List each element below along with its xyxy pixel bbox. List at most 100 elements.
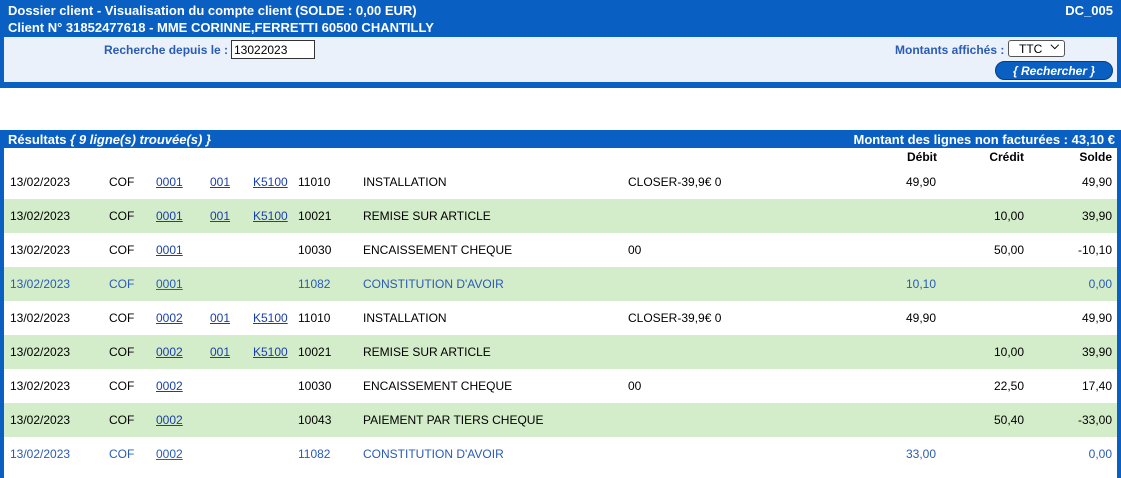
row-type: COF bbox=[109, 175, 135, 189]
row-label: ENCAISSEMENT CHEQUE bbox=[363, 243, 513, 257]
table-row: 13/02/2023 COF 0002 001 K5100 11010 INSTALLATI… bbox=[4, 301, 1117, 335]
account-header: Dossier client - Visualisation du compte… bbox=[0, 0, 1121, 88]
row-debit: 49,90 bbox=[905, 311, 936, 325]
row-solde: 17,40 bbox=[1081, 379, 1112, 393]
row-code-link[interactable]: K5100 bbox=[253, 345, 288, 359]
row-credit: 10,00 bbox=[993, 345, 1024, 359]
row-ref-link[interactable]: 0002 bbox=[156, 311, 183, 325]
row-solde: 0,00 bbox=[1088, 277, 1112, 291]
row-type: COF bbox=[109, 209, 135, 223]
row-date: 13/02/2023 bbox=[10, 345, 71, 359]
table-row: 13/02/2023 COF 0002 10030 ENCAISSEMENT CHEQU… bbox=[4, 369, 1117, 403]
row-number: 10021 bbox=[298, 209, 332, 223]
row-ref-link[interactable]: 0001 bbox=[156, 277, 183, 291]
row-type: COF bbox=[109, 311, 135, 325]
row-type: COF bbox=[109, 447, 135, 461]
row-label: REMISE SUR ARTICLE bbox=[363, 209, 491, 223]
chevron-down-icon: ⌵ bbox=[1050, 40, 1059, 52]
row-type: COF bbox=[109, 379, 135, 393]
row-date: 13/02/2023 bbox=[10, 413, 71, 427]
amount-display-value: TTC bbox=[1019, 42, 1043, 56]
row-ref-link[interactable]: 0001 bbox=[156, 243, 183, 257]
row-info: CLOSER-39,9€ 0 bbox=[628, 311, 722, 325]
row-ref-link[interactable]: 0001 bbox=[156, 175, 183, 189]
row-ref-link[interactable]: 0002 bbox=[156, 413, 183, 427]
row-date: 13/02/2023 bbox=[10, 209, 71, 223]
table-row: 13/02/2023 COF 0002 001 K5100 10021 REMISE SUR… bbox=[4, 335, 1117, 369]
row-sub-link[interactable]: 001 bbox=[210, 345, 230, 359]
row-ref-link[interactable]: 0002 bbox=[156, 345, 183, 359]
unbilled-amount: Montant des lignes non facturées : 43,10… bbox=[853, 132, 1115, 147]
row-solde: 49,90 bbox=[1081, 175, 1112, 189]
row-label: ENCAISSEMENT CHEQUE bbox=[363, 379, 513, 393]
table-row: 13/02/2023 COF 0002 11082 CONSTITUTION D'AVO… bbox=[4, 437, 1117, 471]
search-date-label: Recherche depuis le : bbox=[104, 43, 229, 57]
row-sub-link[interactable]: 001 bbox=[210, 175, 230, 189]
row-ref-link[interactable]: 0002 bbox=[156, 379, 183, 393]
row-sub-link[interactable]: 001 bbox=[210, 311, 230, 325]
row-type: COF bbox=[109, 345, 135, 359]
results-panel: Résultats { 9 ligne(s) trouvée(s) } Mont… bbox=[0, 130, 1121, 478]
row-number: 10021 bbox=[298, 345, 332, 359]
row-credit: 50,00 bbox=[993, 243, 1024, 257]
row-solde: 39,90 bbox=[1081, 209, 1112, 223]
row-ref-link[interactable]: 0002 bbox=[156, 447, 183, 461]
results-count: { 9 ligne(s) trouvée(s) } bbox=[70, 132, 212, 147]
row-type: COF bbox=[109, 413, 135, 427]
row-info: 00 bbox=[628, 379, 642, 393]
search-panel: Recherche depuis le : Montants affichés … bbox=[4, 37, 1117, 82]
row-date: 13/02/2023 bbox=[10, 277, 71, 291]
row-code-link[interactable]: K5100 bbox=[253, 209, 288, 223]
results-table: 13/02/2023 COF 0001 001 K5100 11010 INSTALLATI… bbox=[4, 165, 1117, 478]
row-debit: 10,10 bbox=[905, 277, 936, 291]
table-row: 13/02/2023 COF 0001 10030 ENCAISSEMENT CHEQU… bbox=[4, 233, 1117, 267]
row-solde: 39,90 bbox=[1081, 345, 1112, 359]
search-date-input[interactable] bbox=[231, 40, 315, 59]
results-title-label: Résultats bbox=[8, 132, 67, 147]
row-label: REMISE SUR ARTICLE bbox=[363, 345, 491, 359]
column-credit: Crédit bbox=[989, 150, 1024, 164]
client-info: Client N° 31852477618 - MME CORINNE,FERR… bbox=[8, 20, 434, 35]
row-solde: -10,10 bbox=[1077, 243, 1112, 257]
screen-code: DC_005 bbox=[1065, 3, 1113, 18]
row-credit: 10,00 bbox=[993, 209, 1024, 223]
row-info: 00 bbox=[628, 243, 642, 257]
column-debit: Débit bbox=[907, 150, 937, 164]
row-type: COF bbox=[109, 277, 135, 291]
table-row: 13/02/2023 COF 0001 11082 CONSTITUTION D'AVO… bbox=[4, 267, 1117, 301]
row-number: 10030 bbox=[298, 243, 332, 257]
column-solde: Solde bbox=[1079, 150, 1112, 164]
row-code-link[interactable]: K5100 bbox=[253, 311, 288, 325]
table-row: 13/02/2023 COF 0002 10043 PAIEMENT PAR TIERS… bbox=[4, 403, 1117, 437]
row-label: PAIEMENT PAR TIERS CHEQUE bbox=[363, 413, 544, 427]
row-ref-link[interactable]: 0001 bbox=[156, 209, 183, 223]
row-debit: 33,00 bbox=[905, 447, 936, 461]
page-title: Dossier client - Visualisation du compte… bbox=[8, 3, 417, 18]
row-credit: 22,50 bbox=[993, 379, 1024, 393]
results-column-header: Débit Crédit Solde bbox=[4, 148, 1117, 165]
row-date: 13/02/2023 bbox=[10, 243, 71, 257]
row-date: 13/02/2023 bbox=[10, 379, 71, 393]
row-number: 10030 bbox=[298, 379, 332, 393]
search-button[interactable]: { Rechercher } bbox=[995, 61, 1113, 80]
row-number: 10043 bbox=[298, 413, 332, 427]
row-date: 13/02/2023 bbox=[10, 447, 71, 461]
table-row: 13/02/2023 COF 0001 001 K5100 10021 REMISE SUR… bbox=[4, 199, 1117, 233]
row-number: 11082 bbox=[298, 447, 331, 461]
table-row: 13/02/2023 COF 0001 001 K5100 11010 INSTALLATI… bbox=[4, 165, 1117, 199]
row-label: CONSTITUTION D'AVOIR bbox=[363, 277, 504, 291]
results-title: Résultats { 9 ligne(s) trouvée(s) } bbox=[8, 132, 211, 147]
row-info: CLOSER-39,9€ 0 bbox=[628, 175, 722, 189]
row-code-link[interactable]: K5100 bbox=[253, 175, 288, 189]
row-sub-link[interactable]: 001 bbox=[210, 209, 230, 223]
row-label: INSTALLATION bbox=[363, 175, 447, 189]
row-label: INSTALLATION bbox=[363, 311, 447, 325]
row-date: 13/02/2023 bbox=[10, 175, 71, 189]
row-type: COF bbox=[109, 243, 135, 257]
row-solde: 0,00 bbox=[1088, 447, 1112, 461]
row-solde: -33,00 bbox=[1077, 413, 1112, 427]
row-number: 11082 bbox=[298, 277, 331, 291]
amount-display-select[interactable]: TTC ⌵ bbox=[1008, 40, 1065, 57]
row-number: 11010 bbox=[298, 311, 331, 325]
amount-display-label: Montants affichés : bbox=[895, 43, 1005, 57]
